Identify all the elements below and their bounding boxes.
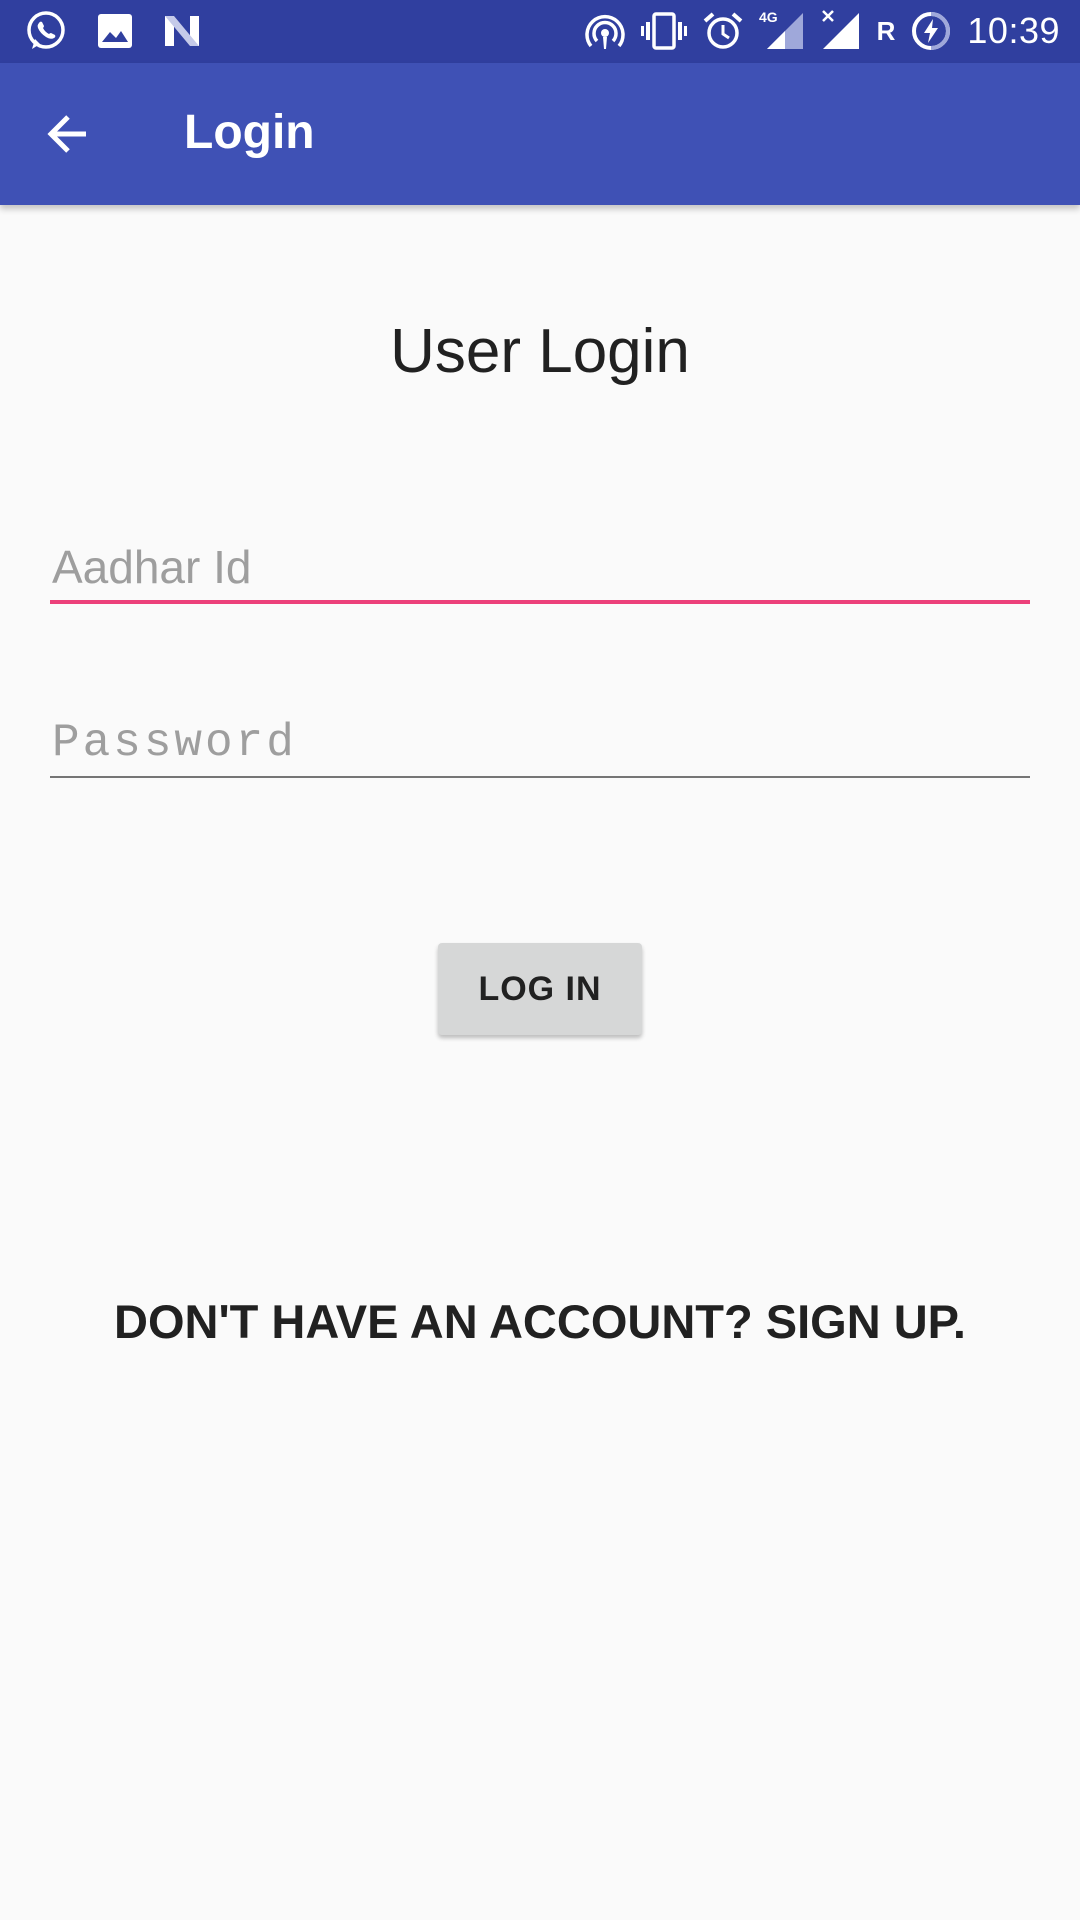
n-app-icon [162, 12, 202, 50]
status-system-icons: 4G R 10:39 [584, 9, 1060, 53]
signal-4g-icon: 4G [759, 9, 805, 53]
app-title: Login [184, 106, 315, 159]
signup-link[interactable]: DON'T HAVE AN ACCOUNT? SIGN UP. [0, 1294, 1080, 1349]
battery-charging-icon [911, 11, 951, 51]
login-button[interactable]: LOG IN [438, 943, 642, 1035]
gallery-icon [96, 12, 134, 50]
aadhar-id-input[interactable] [50, 534, 1030, 604]
status-notifications [24, 9, 202, 53]
password-field-container [50, 710, 1030, 778]
hotspot-icon [584, 11, 625, 51]
signal-no-service-icon [821, 9, 861, 53]
whatsapp-icon [24, 9, 68, 53]
app-bar: Login [0, 63, 1080, 205]
page-heading: User Login [390, 317, 690, 386]
svg-text:4G: 4G [759, 9, 778, 25]
back-button[interactable] [40, 106, 96, 162]
vibrate-icon [640, 11, 687, 51]
back-arrow-icon [40, 106, 96, 162]
aadhar-field-container [50, 534, 1030, 604]
password-input[interactable] [50, 710, 1030, 778]
status-time: 10:39 [967, 10, 1060, 51]
alarm-icon [703, 11, 743, 51]
status-bar: 4G R 10:39 [0, 0, 1080, 63]
roaming-indicator: R [876, 15, 896, 46]
